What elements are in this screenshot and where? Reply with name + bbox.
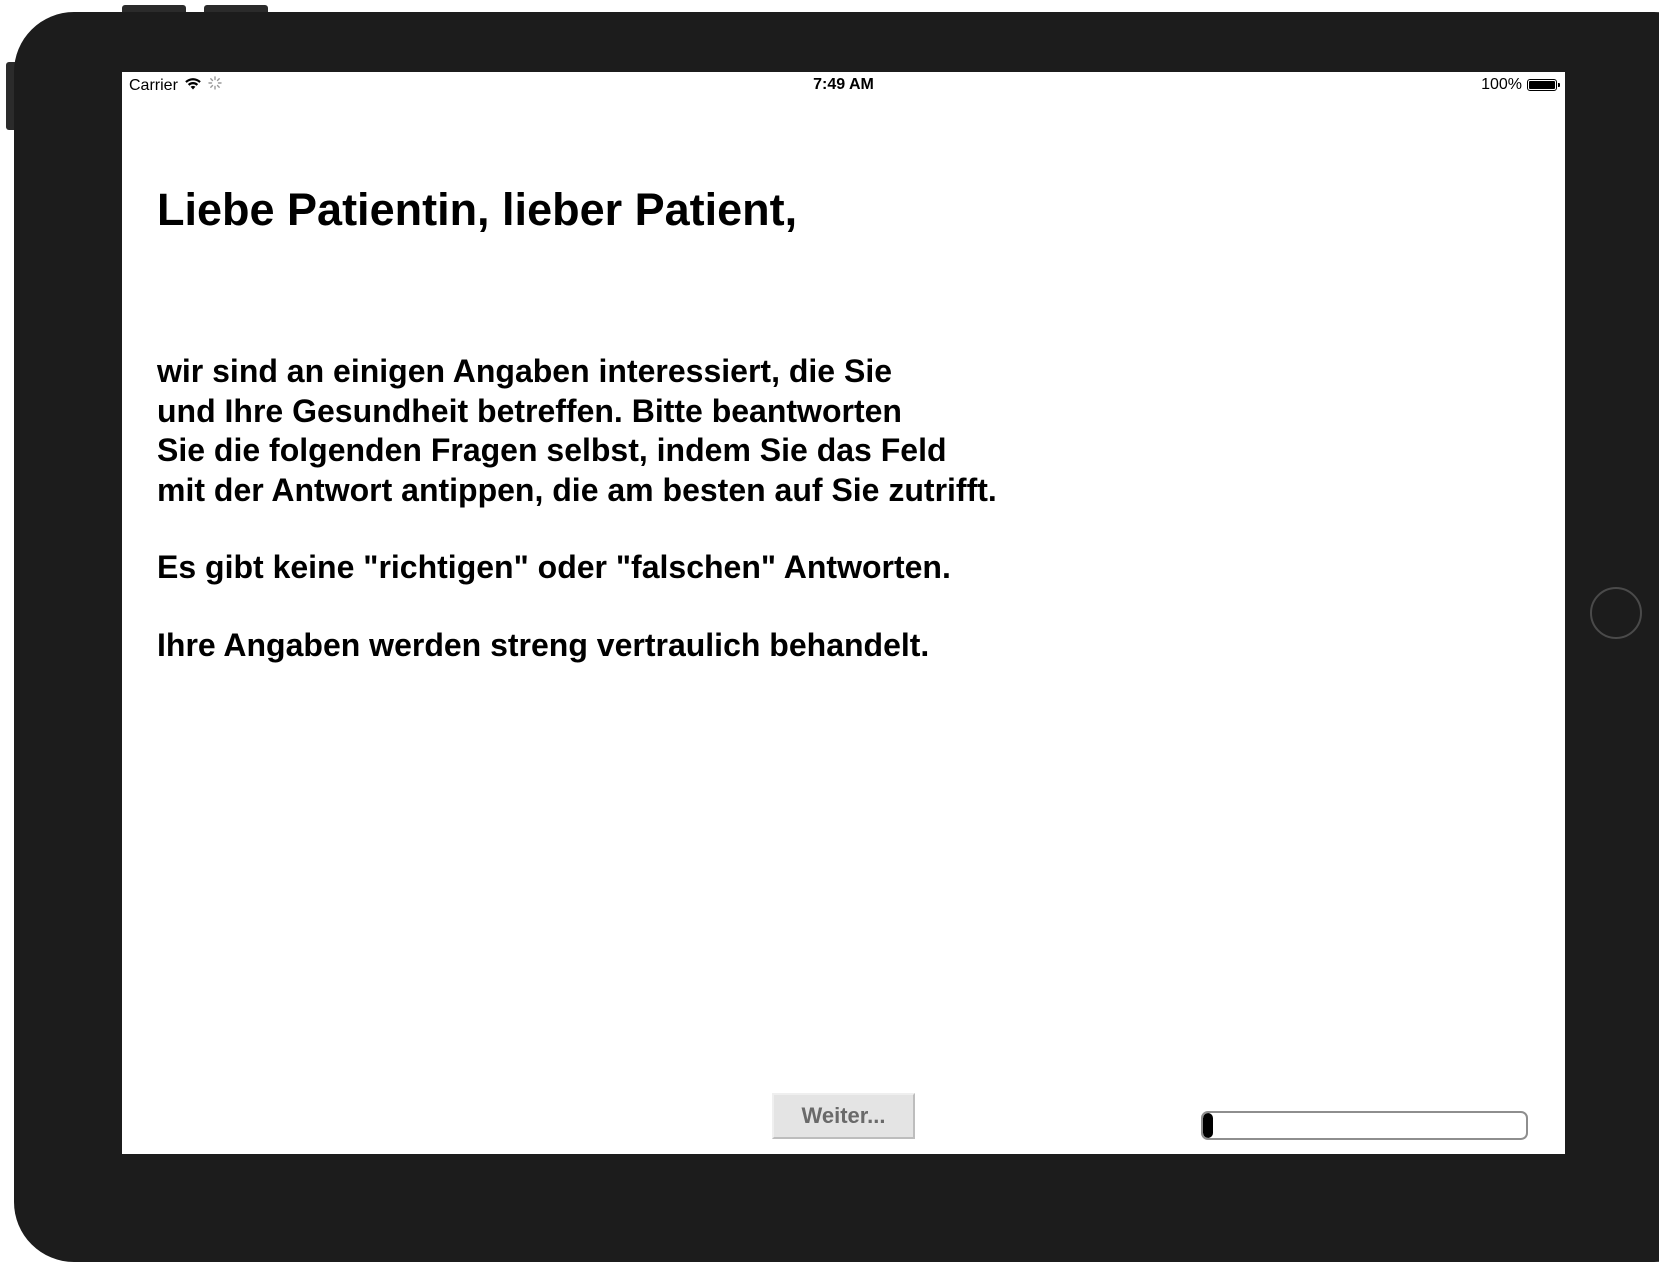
progress-bar	[1201, 1111, 1528, 1140]
battery-percent: 100%	[1481, 76, 1522, 93]
status-bar: Carrier 7:49 AM 100%	[122, 72, 1565, 98]
home-button[interactable]	[1590, 587, 1642, 639]
no-right-wrong-paragraph: Es gibt keine "richtigen" oder "falschen…	[157, 549, 951, 585]
page-title: Liebe Patientin, lieber Patient,	[157, 184, 798, 235]
status-right: 100%	[1481, 76, 1560, 94]
battery-icon	[1527, 79, 1560, 91]
progress-bar-fill	[1203, 1113, 1213, 1138]
next-button[interactable]: Weiter...	[772, 1093, 915, 1139]
confidentiality-paragraph: Ihre Angaben werden streng vertraulich b…	[157, 626, 930, 663]
screen: Carrier 7:49 AM 100% Liebe Patientin, li…	[122, 72, 1565, 1154]
intro-paragraph: wir sind an einigen Angaben interessiert…	[157, 353, 997, 508]
status-time: 7:49 AM	[813, 76, 874, 93]
intro-text-block: wir sind an einigen Angaben interessiert…	[157, 352, 997, 665]
